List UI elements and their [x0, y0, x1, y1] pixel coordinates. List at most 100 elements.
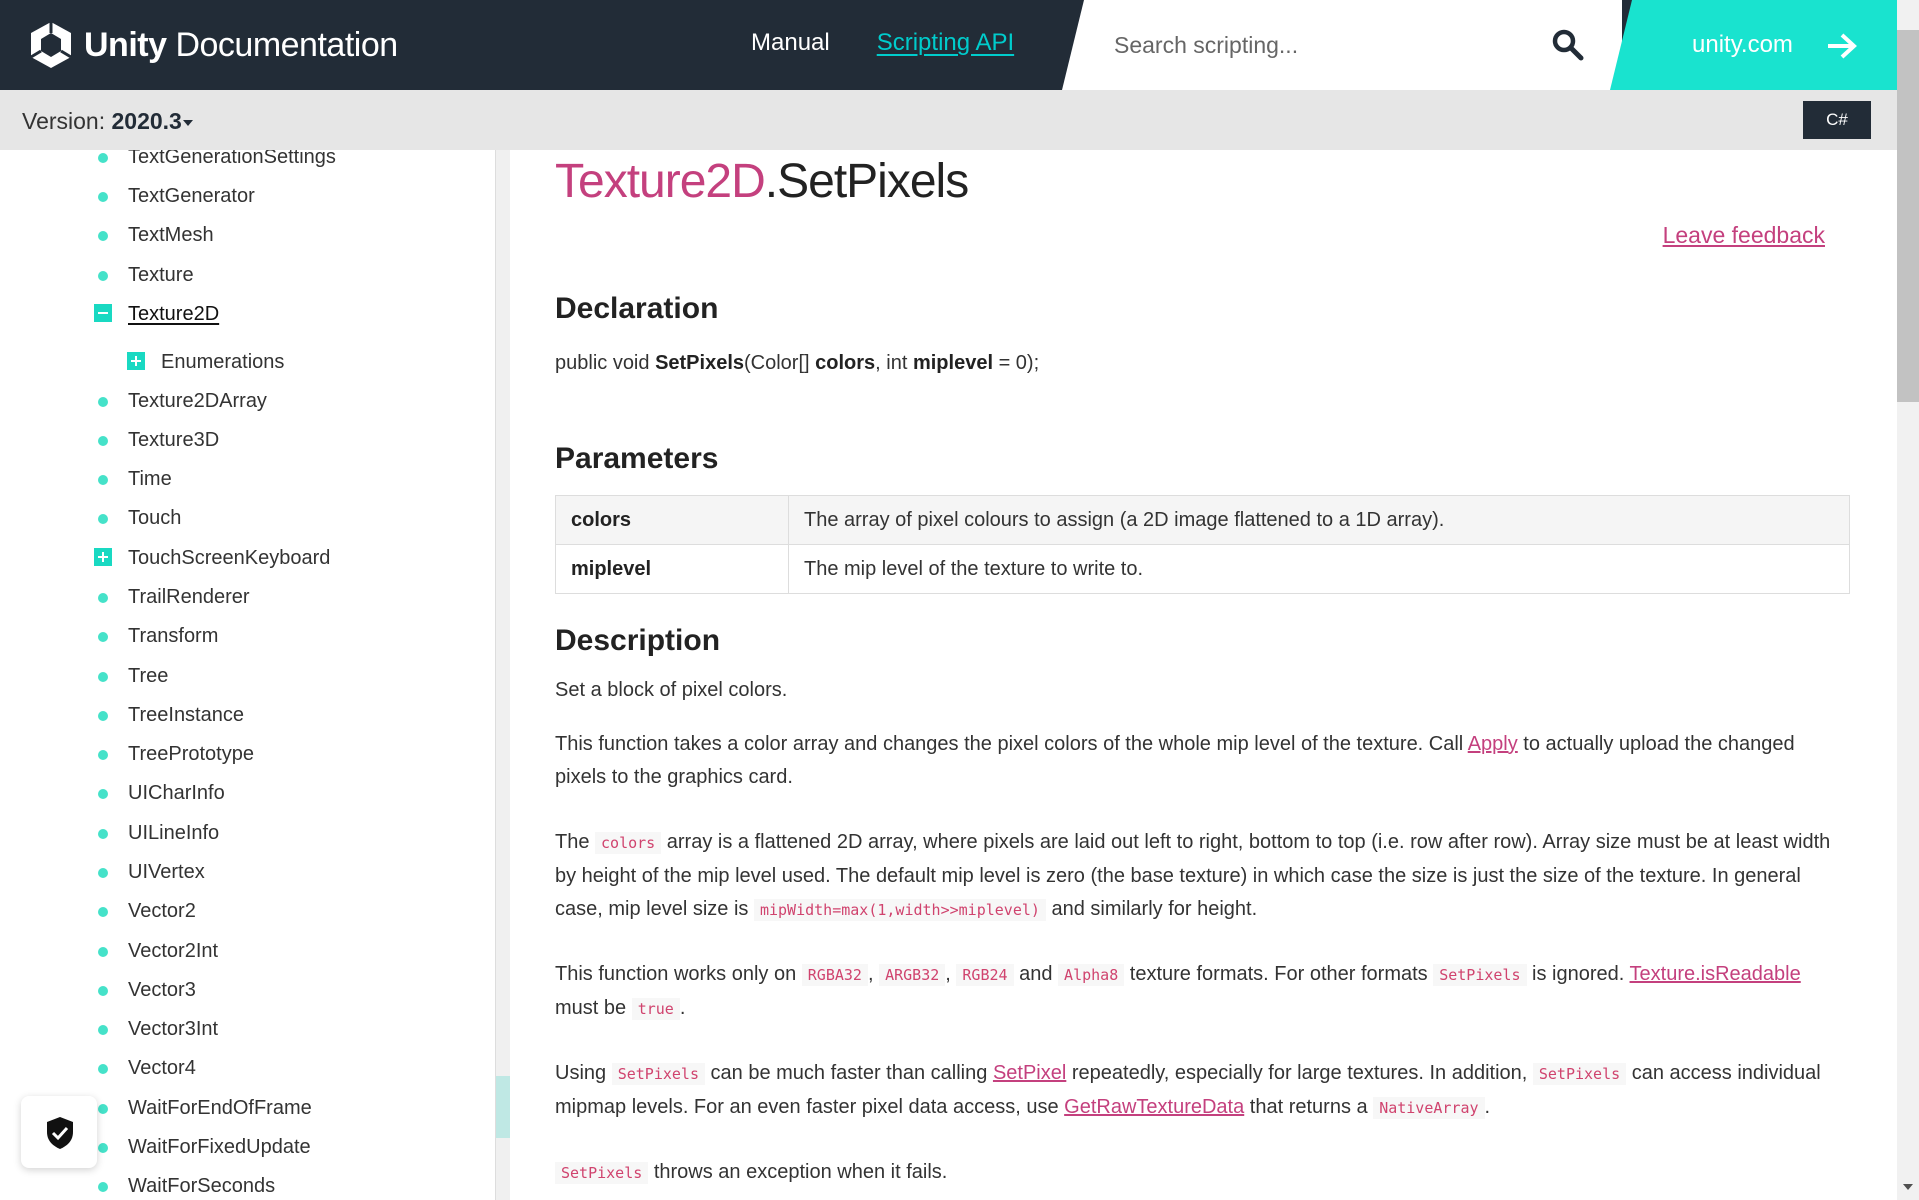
page-scroll-thumb[interactable]: [1897, 30, 1919, 402]
bullet-icon: [98, 436, 108, 446]
unity-com-link[interactable]: unity.com: [1610, 0, 1919, 90]
top-header: Unity Documentation Manual Scripting API…: [0, 0, 1919, 90]
expand-icon[interactable]: [127, 352, 145, 370]
unity-com-label: unity.com: [1692, 31, 1793, 58]
sidebar-item[interactable]: Vector2: [98, 900, 196, 923]
inline-code: Alpha8: [1058, 964, 1125, 986]
param-name: colors: [555, 495, 789, 545]
param-name: miplevel: [555, 544, 789, 594]
description-paragraph: This function works only on RGBA32, ARGB…: [555, 963, 1801, 1020]
inline-code: NativeArray: [1373, 1097, 1485, 1119]
bullet-icon: [98, 750, 108, 760]
inline-code: RGB24: [956, 964, 1014, 986]
sidebar-item-touchscreenkeyboard[interactable]: TouchScreenKeyboard: [94, 547, 330, 570]
nav-manual[interactable]: Manual: [751, 29, 830, 57]
param-description: The mip level of the texture to write to…: [788, 544, 1850, 594]
table-row: colors The array of pixel colours to ass…: [555, 495, 1850, 545]
caret-down-icon: [182, 119, 193, 126]
sidebar-item[interactable]: TrailRenderer: [98, 586, 250, 609]
sidebar-item[interactable]: Texture: [98, 264, 194, 287]
sidebar-item[interactable]: Time: [98, 468, 172, 491]
sidebar-scroll-thumb[interactable]: [496, 1076, 510, 1138]
sidebar-item[interactable]: Transform: [98, 625, 218, 648]
bullet-icon: [98, 1025, 108, 1035]
bullet-icon: [98, 868, 108, 878]
sidebar-item[interactable]: Vector3: [98, 979, 196, 1002]
sidebar-item[interactable]: WaitForEndOfFrame: [98, 1097, 312, 1120]
inline-code: SetPixels: [555, 1162, 649, 1184]
inline-code: mipWidth=max(1,width>>miplevel): [753, 899, 1046, 921]
sidebar-item[interactable]: Vector4: [98, 1057, 196, 1080]
declaration-heading: Declaration: [555, 292, 719, 325]
bullet-icon: [98, 397, 108, 407]
description-paragraph: This function takes a color array and ch…: [555, 733, 1795, 788]
sidebar-item[interactable]: UICharInfo: [98, 782, 225, 805]
bullet-icon: [98, 711, 108, 721]
bullet-icon: [98, 1143, 108, 1153]
version-bar: Version: 2020.3 C#: [0, 90, 1897, 150]
inline-code: colors: [595, 832, 662, 854]
privacy-badge-button[interactable]: [21, 1096, 97, 1168]
sidebar-item[interactable]: Vector2Int: [98, 940, 218, 963]
sidebar-item[interactable]: TextGenerationSettings: [98, 150, 336, 169]
parameters-table: colors The array of pixel colours to ass…: [555, 495, 1850, 594]
sidebar-item[interactable]: UILineInfo: [98, 822, 219, 845]
bullet-icon: [98, 947, 108, 957]
getrawtexturedata-link[interactable]: GetRawTextureData: [1064, 1096, 1244, 1118]
version-value: 2020.3: [111, 108, 182, 134]
table-row: miplevel The mip level of the texture to…: [555, 544, 1850, 594]
bullet-icon: [98, 1064, 108, 1074]
bullet-icon: [98, 789, 108, 799]
arrow-right-icon: [1828, 33, 1857, 59]
description-paragraph: Set a block of pixel colors.: [555, 679, 788, 701]
sidebar-scrollbar[interactable]: [495, 150, 510, 1200]
expand-icon[interactable]: [94, 548, 112, 566]
inline-code: SetPixels: [611, 1063, 705, 1085]
sidebar-item[interactable]: TextGenerator: [98, 185, 255, 208]
texture-isreadable-link[interactable]: Texture.isReadable: [1630, 963, 1801, 985]
scroll-down-arrow-icon[interactable]: [1903, 1184, 1913, 1190]
sidebar-item[interactable]: TextMesh: [98, 224, 214, 247]
sidebar-item[interactable]: WaitForFixedUpdate: [98, 1136, 311, 1159]
sidebar-item[interactable]: TreeInstance: [98, 704, 244, 727]
search-icon[interactable]: [1550, 27, 1586, 63]
setpixel-link[interactable]: SetPixel: [993, 1062, 1066, 1084]
nav-scripting-api[interactable]: Scripting API: [877, 29, 1014, 57]
sidebar-item[interactable]: Texture3D: [98, 429, 219, 452]
description-heading: Description: [555, 624, 721, 657]
page-scrollbar[interactable]: [1897, 0, 1919, 1200]
title-class-link[interactable]: Texture2D: [555, 155, 766, 208]
main-nav: Manual Scripting API: [751, 29, 1014, 57]
inline-code: SetPixels: [1532, 1063, 1627, 1085]
bullet-icon: [98, 829, 108, 839]
bullet-icon: [98, 593, 108, 603]
search-input[interactable]: [1112, 22, 1516, 68]
language-toggle[interactable]: C#: [1803, 101, 1871, 139]
bullet-icon: [98, 153, 108, 163]
description-paragraph: SetPixels throws an exception when it fa…: [555, 1156, 1845, 1190]
unity-logo[interactable]: Unity Documentation: [28, 20, 398, 70]
page-title: Texture2D.SetPixels: [555, 155, 969, 208]
sidebar-item[interactable]: Tree: [98, 665, 168, 688]
bullet-icon: [98, 672, 108, 682]
sidebar-item-texture2d[interactable]: Texture2D: [94, 303, 219, 326]
sidebar-item[interactable]: Vector3Int: [98, 1018, 218, 1041]
sidebar-item[interactable]: Texture2DArray: [98, 390, 267, 413]
leave-feedback-link[interactable]: Leave feedback: [1663, 222, 1825, 249]
apply-link[interactable]: Apply: [1468, 733, 1518, 755]
bullet-icon: [98, 192, 108, 202]
search-panel: [1062, 0, 1622, 90]
declaration-signature: public void SetPixels(Color[] colors, in…: [555, 352, 1040, 374]
bullet-icon: [98, 475, 108, 485]
inline-code: RGBA32: [801, 964, 868, 986]
sidebar-item[interactable]: UIVertex: [98, 861, 205, 884]
sidebar-item[interactable]: Touch: [98, 507, 181, 530]
bullet-icon: [98, 1104, 108, 1114]
description-paragraph: The colors array is a flattened 2D array…: [555, 831, 1831, 921]
version-selector[interactable]: Version: 2020.3: [22, 108, 193, 135]
sidebar-item[interactable]: TreePrototype: [98, 743, 254, 766]
main-content: Texture2D.SetPixels Leave feedback Decla…: [555, 150, 1851, 1200]
sidebar-item[interactable]: WaitForSeconds: [98, 1175, 275, 1198]
sidebar-item-enumerations[interactable]: Enumerations: [127, 351, 284, 374]
collapse-icon[interactable]: [94, 304, 112, 322]
